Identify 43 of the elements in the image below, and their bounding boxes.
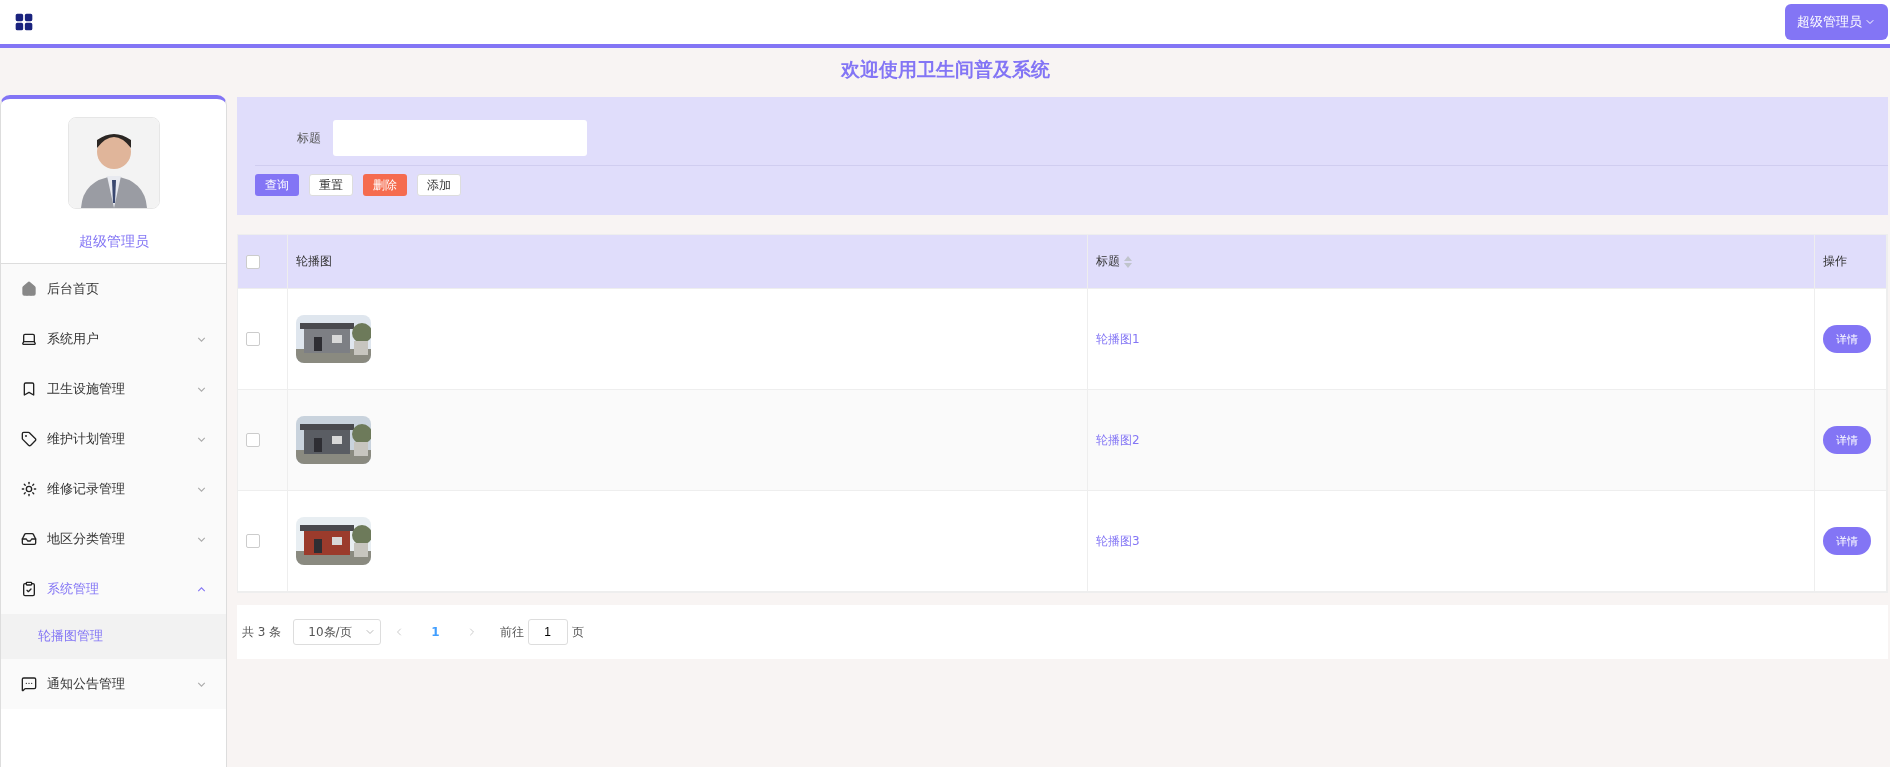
page-suffix: 页 [571, 623, 584, 641]
clipboard-icon [21, 581, 37, 597]
sun-icon [21, 481, 37, 497]
sidebar-item[interactable]: 地区分类管理 [1, 514, 226, 564]
home-icon [21, 281, 37, 297]
page-title: 欢迎使用卫生间普及系统 [839, 57, 1051, 82]
detail-button[interactable]: 详情 [1823, 426, 1871, 454]
column-header[interactable]: 标题 [1096, 253, 1120, 270]
tag-icon [21, 431, 37, 447]
laptop-icon [21, 331, 37, 347]
user-menu-button[interactable]: 超级管理员 [1785, 4, 1888, 40]
menu-icon[interactable] [14, 12, 34, 32]
sidebar-item[interactable]: 系统管理 [1, 564, 226, 614]
plain-button[interactable]: 重置 [309, 174, 353, 196]
inbox-icon [21, 531, 37, 547]
detail-button[interactable]: 详情 [1823, 325, 1871, 353]
field-label: 标题 [297, 129, 321, 147]
sort-icon[interactable] [1124, 255, 1132, 268]
detail-button[interactable]: 详情 [1823, 527, 1871, 555]
sidebar-item[interactable]: 维修记录管理 [1, 464, 226, 514]
message-icon [21, 676, 37, 692]
sidebar-item[interactable]: 维护计划管理 [1, 414, 226, 464]
goto-label: 前往 [499, 623, 524, 641]
total-count: 共 3 条 [242, 623, 282, 641]
plain-button[interactable]: 添加 [417, 174, 461, 196]
column-header: 操作 [1823, 253, 1847, 270]
title-input[interactable] [333, 120, 587, 156]
sidebar-item[interactable]: 系统用户 [1, 314, 226, 364]
checkbox[interactable] [246, 433, 260, 447]
title-link[interactable]: 轮播图2 [1096, 431, 1140, 449]
column-header: 轮播图 [296, 253, 332, 270]
sidebar-item[interactable]: 卫生设施管理 [1, 364, 226, 414]
bookmark-icon [21, 381, 37, 397]
title-link[interactable]: 轮播图1 [1096, 330, 1140, 348]
checkbox[interactable] [246, 332, 260, 346]
page-size-select[interactable]: 10条/页 [293, 619, 382, 645]
sidebar-item[interactable]: 通知公告管理 [1, 659, 226, 709]
checkbox[interactable] [246, 254, 260, 269]
primary-button[interactable]: 查询 [255, 174, 299, 196]
sidebar-item[interactable]: 后台首页 [1, 264, 226, 314]
page-input[interactable]: 1 [527, 619, 568, 645]
checkbox[interactable] [246, 534, 260, 548]
title-link[interactable]: 轮播图3 [1096, 532, 1140, 550]
